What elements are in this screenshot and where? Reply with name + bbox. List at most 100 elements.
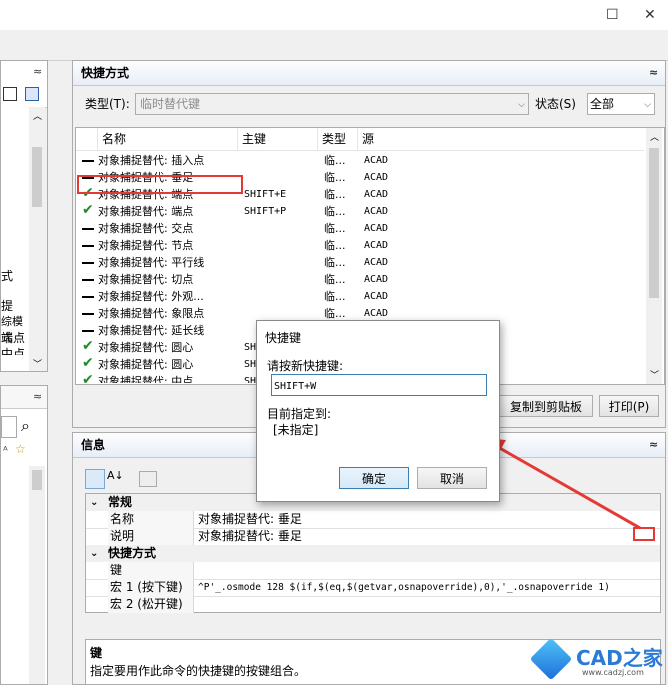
scroll-thumb[interactable] xyxy=(32,470,42,490)
left-lower-scrollbar[interactable] xyxy=(29,466,45,684)
dash-icon xyxy=(82,313,94,315)
dash-icon xyxy=(82,160,94,162)
cell-name: 对象捕捉替代: 圆心 xyxy=(98,358,194,371)
chevron-down-icon[interactable]: ⌄ xyxy=(90,545,98,562)
categorized-icon[interactable] xyxy=(85,469,105,489)
cell-name: 对象捕捉替代: 插入点 xyxy=(98,154,205,167)
scroll-down-icon[interactable]: ﹀ xyxy=(650,368,659,381)
property-key: 宏 2 (松开键) xyxy=(108,596,194,613)
ok-button[interactable]: 确定 xyxy=(339,467,409,489)
list-item[interactable]: 对象捕捉替代: 切点 临... ACAD xyxy=(76,271,388,288)
collapse-icon[interactable]: ≈ xyxy=(33,390,42,403)
title-bar: ☐ ✕ xyxy=(0,0,668,30)
left-panel-toolbar xyxy=(1,83,47,108)
collapse-icon[interactable]: ≈ xyxy=(33,65,42,78)
property-row-macro2[interactable]: 宏 2 (松开键) xyxy=(86,596,660,613)
left-search-input[interactable] xyxy=(1,416,17,438)
selection-highlight-box xyxy=(77,175,243,194)
list-item[interactable]: 对象捕捉替代: 插入点 临... ACAD xyxy=(76,152,388,169)
type-select[interactable]: 临时替代键 ⌵ xyxy=(135,93,529,115)
type-label: 类型(T): xyxy=(85,97,130,111)
scroll-thumb[interactable] xyxy=(32,147,42,207)
property-pages-icon[interactable] xyxy=(139,471,157,487)
search-icon[interactable]: ⌕ xyxy=(21,416,30,436)
watermark: CAD之家 www.cadzj.com xyxy=(529,637,666,682)
cell-src: ACAD xyxy=(364,257,389,268)
toolbar-strip xyxy=(0,30,668,61)
dialog-title: 快捷键 xyxy=(265,331,302,345)
cell-src: ACAD xyxy=(364,172,389,183)
scroll-thumb[interactable] xyxy=(649,148,659,298)
cell-src: ACAD xyxy=(364,240,389,251)
column-key[interactable]: 主键 xyxy=(238,128,318,150)
left-scrollbar[interactable]: ︿ ﹀ xyxy=(29,107,45,371)
cell-type: 临... xyxy=(324,188,346,201)
status-select-value: 全部 xyxy=(590,97,615,111)
star-icon[interactable]: ☆ xyxy=(15,442,26,456)
property-row-macro1[interactable]: 宏 1 (按下键) ^P'_.osmode 128 $(if,$(eq,$(ge… xyxy=(86,579,660,597)
property-key: 说明 xyxy=(108,528,194,545)
cell-src: ACAD xyxy=(364,274,389,285)
scroll-up-icon[interactable]: ︿ xyxy=(33,109,42,122)
tree-item[interactable]: 端点 xyxy=(1,329,25,346)
info-title: 信息 xyxy=(81,438,106,452)
save-icon[interactable] xyxy=(3,87,17,101)
check-icon: ✔ xyxy=(82,338,94,354)
logo-icon xyxy=(529,637,573,681)
cell-key: SH xyxy=(244,376,257,383)
list-item[interactable]: 对象捕捉替代: 外观... 临... ACAD xyxy=(76,288,388,305)
cell-name: 对象捕捉替代: 切点 xyxy=(98,273,194,286)
list-item[interactable]: 对象捕捉替代: 节点 临... ACAD xyxy=(76,237,388,254)
help-text: 指定要用作此命令的快捷键的按键组合。 xyxy=(90,664,307,678)
assigned-label: 目前指定到: xyxy=(267,407,332,421)
filter-icon[interactable]: ᴬ xyxy=(3,444,8,457)
shortcuts-header: 快捷方式 ≈ xyxy=(73,61,665,86)
list-header: 名称 主键 类型 源 xyxy=(76,128,644,151)
cell-src: ACAD xyxy=(364,189,389,200)
close-icon[interactable]: ✕ xyxy=(644,7,656,23)
list-scrollbar[interactable]: ︿ ﹀ xyxy=(646,128,662,384)
prompt-label: 请按新快捷键: xyxy=(267,359,344,373)
collapse-icon[interactable]: ≈ xyxy=(649,61,658,85)
category-shortcut[interactable]: ⌄ 快捷方式 xyxy=(86,545,660,562)
help-title: 键 xyxy=(90,646,103,660)
chevron-down-icon: ⌵ xyxy=(518,100,525,110)
column-source[interactable]: 源 xyxy=(358,128,644,150)
cell-type: 临... xyxy=(324,273,346,286)
property-value: 对象捕捉替代: 垂足 xyxy=(198,512,302,526)
property-row-key[interactable]: 键 xyxy=(86,562,660,580)
cancel-button[interactable]: 取消 xyxy=(417,467,487,489)
dialog-titlebar: 快捷键 xyxy=(257,321,499,351)
cell-src: ACAD xyxy=(364,206,389,217)
check-icon: ✔ xyxy=(82,355,94,371)
shortcut-input[interactable]: SHIFT+W xyxy=(271,374,487,396)
cell-key: SH xyxy=(244,359,257,370)
shortcut-key-dialog: 快捷键 请按新快捷键: SHIFT+W 目前指定到: [未指定] 确定 取消 xyxy=(256,320,500,502)
chevron-down-icon[interactable]: ⌄ xyxy=(90,494,98,511)
column-type[interactable]: 类型 xyxy=(318,128,358,150)
sort-az-icon[interactable]: A↓ xyxy=(107,469,124,482)
brand-text: CAD之家 xyxy=(576,646,663,670)
list-item[interactable]: ✔ 对象捕捉替代: 端点 SHIFT+P 临... ACAD xyxy=(76,202,388,220)
status-select[interactable]: 全部 ⌵ xyxy=(587,93,655,115)
cell-name: 对象捕捉替代: 延长线 xyxy=(98,324,205,337)
cell-type: 临... xyxy=(324,154,346,167)
type-select-value: 临时替代键 xyxy=(140,97,201,111)
column-name[interactable]: 名称 xyxy=(98,128,238,150)
tree-view[interactable]: 式 提 综模式 端点 中点 xyxy=(1,107,29,371)
cell-type: 临... xyxy=(324,256,346,269)
cell-src: ACAD xyxy=(364,223,389,234)
cell-type: 临... xyxy=(324,205,346,218)
maximize-icon[interactable]: ☐ xyxy=(606,7,619,23)
list-item[interactable]: 对象捕捉替代: 平行线 临... ACAD xyxy=(76,254,388,271)
tree-item[interactable]: 提 xyxy=(1,297,13,314)
tree-item[interactable]: 式 xyxy=(1,267,13,284)
save-as-icon[interactable] xyxy=(25,87,39,101)
tree-item[interactable]: 中点 xyxy=(1,345,25,355)
list-item[interactable]: 对象捕捉替代: 交点 临... ACAD xyxy=(76,220,388,237)
check-icon: ✔ xyxy=(82,373,94,383)
left-tree-panel: ≈ 式 提 综模式 端点 中点 ︿ ﹀ xyxy=(0,60,48,372)
scroll-up-icon[interactable]: ︿ xyxy=(650,130,659,143)
scroll-down-icon[interactable]: ﹀ xyxy=(33,357,42,370)
cell-key: SHIFT+P xyxy=(244,206,287,217)
